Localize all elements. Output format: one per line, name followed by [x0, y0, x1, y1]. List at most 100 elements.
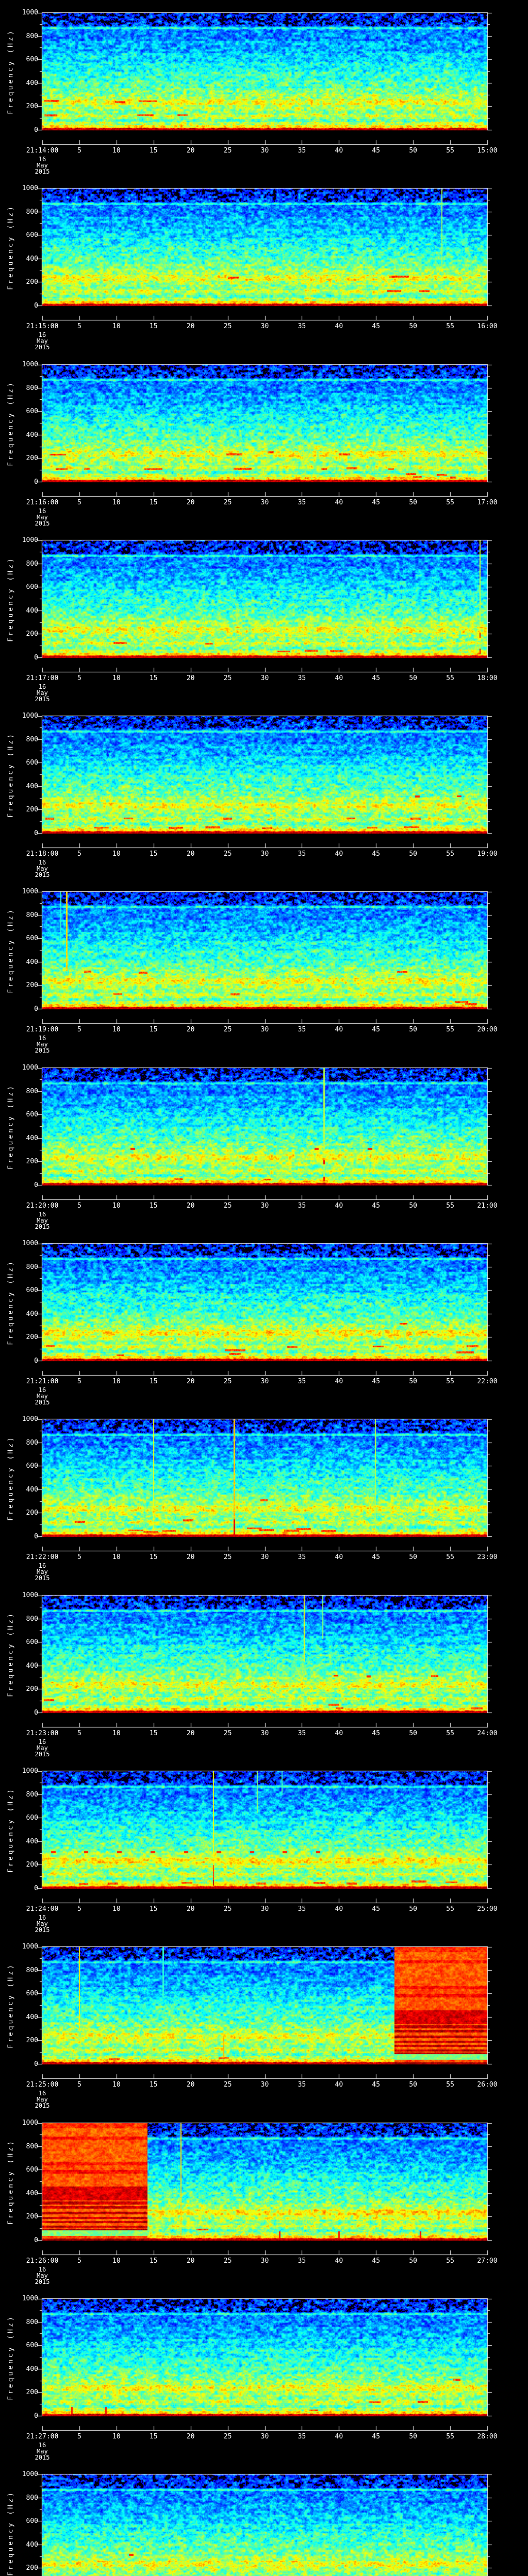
y-axis-title: Frequency (Hz) — [7, 1787, 15, 1873]
y-tick-label: 0 — [34, 2236, 38, 2244]
x-tick-label: 50 — [409, 1378, 417, 1385]
y-axis-title: Frequency (Hz) — [7, 205, 15, 290]
x-tick-label: 35 — [298, 499, 306, 506]
date-label: 2015 — [35, 2454, 50, 2461]
x-tick-label: 35 — [298, 1202, 306, 1210]
x-tick-label: 35 — [298, 2081, 306, 2089]
y-axis-title: Frequency (Hz) — [7, 2490, 15, 2576]
x-tick-label: 30 — [260, 323, 269, 330]
date-label: 2015 — [35, 1047, 50, 1054]
y-tick-label: 800 — [26, 735, 38, 743]
x-tick-label: 25 — [223, 1730, 232, 1737]
x-tick-label: 30 — [260, 1730, 269, 1737]
x-tick-label: 55 — [446, 1905, 454, 1913]
y-tick-label: 200 — [26, 1685, 38, 1693]
x-end-time-label: 27:00 — [477, 2257, 498, 2265]
x-tick-label: 35 — [298, 1026, 306, 1033]
spectrogram-panel: Frequency (Hz) 0 200 400 600 800 1000 21:21:00 5… — [0, 1231, 528, 1406]
y-tick-label: 1000 — [22, 1064, 38, 1072]
x-tick-label: 10 — [112, 2081, 121, 2089]
y-tick-label: 1000 — [22, 1943, 38, 1951]
spectrogram-panel: Frequency (Hz) 0 200 400 600 800 1000 21:24:00 5… — [0, 1758, 528, 1934]
y-tick-label: 600 — [26, 2342, 38, 2350]
x-tick-label: 40 — [335, 2257, 343, 2265]
y-tick-label: 1000 — [22, 536, 38, 544]
x-tick-label: 40 — [335, 1905, 343, 1913]
spectrogram-panel: Frequency (Hz) 0 200 400 600 800 1000 21:23:00 5… — [0, 1583, 528, 1758]
x-tick-label: 30 — [260, 1378, 269, 1385]
x-tick-label: 45 — [372, 2257, 381, 2265]
date-label: 2015 — [35, 696, 50, 703]
y-tick-label: 800 — [26, 1087, 38, 1095]
x-tick-label: 40 — [335, 323, 343, 330]
x-end-time-label: 22:00 — [477, 1378, 498, 1385]
x-start-time-label: 21:18:00 — [26, 850, 59, 858]
date-label: 2015 — [35, 1574, 50, 1582]
x-tick-label: 30 — [260, 147, 269, 155]
x-tick-label: 25 — [223, 323, 232, 330]
x-tick-label: 20 — [186, 147, 195, 155]
x-tick-label: 55 — [446, 1730, 454, 1737]
x-tick-label: 45 — [372, 1026, 381, 1033]
x-tick-label: 35 — [298, 1553, 306, 1561]
y-tick-label: 1000 — [22, 1240, 38, 1247]
x-end-time-label: 26:00 — [477, 2081, 498, 2089]
x-tick-label: 10 — [112, 2257, 121, 2265]
date-label: 2015 — [35, 520, 50, 527]
x-tick-label: 10 — [112, 1730, 121, 1737]
date-label: 2015 — [35, 2102, 50, 2109]
x-start-time-label: 21:20:00 — [26, 1202, 59, 1210]
y-tick-label: 200 — [26, 1509, 38, 1517]
x-tick-label: 15 — [149, 850, 158, 858]
y-tick-label: 600 — [26, 1638, 38, 1647]
y-tick-label: 800 — [26, 208, 38, 216]
x-tick-label: 35 — [298, 1905, 306, 1913]
x-tick-label: 20 — [186, 1378, 195, 1385]
y-tick-label: 800 — [26, 384, 38, 392]
x-tick-label: 25 — [223, 1378, 232, 1385]
y-axis-title: Frequency (Hz) — [7, 556, 15, 642]
x-tick-label: 45 — [372, 1202, 381, 1210]
y-axis-title: Frequency (Hz) — [7, 29, 15, 114]
y-tick-label: 400 — [26, 255, 38, 263]
x-tick-label: 45 — [372, 147, 381, 155]
x-tick-label: 50 — [409, 2433, 417, 2441]
x-tick-label: 40 — [335, 2433, 343, 2441]
x-start-time-label: 21:25:00 — [26, 2081, 59, 2089]
x-tick-label: 35 — [298, 1378, 306, 1385]
date-label: 2015 — [35, 2278, 50, 2285]
y-tick-label: 0 — [34, 1005, 38, 1013]
y-tick-label: 400 — [26, 2365, 38, 2373]
y-tick-label: 0 — [34, 2060, 38, 2068]
x-tick-label: 50 — [409, 1553, 417, 1561]
x-tick-label: 5 — [77, 1378, 81, 1385]
y-tick-label: 0 — [34, 1181, 38, 1189]
y-tick-label: 200 — [26, 1158, 38, 1166]
y-tick-label: 800 — [26, 911, 38, 919]
y-tick-label: 1000 — [22, 712, 38, 720]
y-tick-label: 600 — [26, 1990, 38, 1998]
x-tick-label: 45 — [372, 674, 381, 682]
y-axis-title: Frequency (Hz) — [7, 2315, 15, 2400]
y-tick-label: 1000 — [22, 361, 38, 368]
x-tick-label: 25 — [223, 147, 232, 155]
y-tick-label: 800 — [26, 1438, 38, 1447]
y-tick-label: 400 — [26, 2013, 38, 2021]
x-end-time-label: 19:00 — [477, 850, 498, 858]
x-tick-label: 25 — [223, 499, 232, 506]
x-tick-label: 35 — [298, 674, 306, 682]
y-tick-label: 400 — [26, 1310, 38, 1318]
x-tick-label: 40 — [335, 2081, 343, 2089]
x-tick-label: 50 — [409, 850, 417, 858]
x-tick-label: 5 — [77, 1905, 81, 1913]
y-tick-label: 400 — [26, 1837, 38, 1845]
x-tick-label: 45 — [372, 1378, 381, 1385]
date-label: 2015 — [35, 168, 50, 175]
x-start-time-label: 21:16:00 — [26, 499, 59, 506]
y-tick-label: 600 — [26, 2166, 38, 2174]
y-tick-label: 600 — [26, 1286, 38, 1295]
x-tick-label: 55 — [446, 1378, 454, 1385]
x-tick-label: 15 — [149, 674, 158, 682]
x-tick-label: 20 — [186, 2257, 195, 2265]
x-tick-label: 50 — [409, 499, 417, 506]
